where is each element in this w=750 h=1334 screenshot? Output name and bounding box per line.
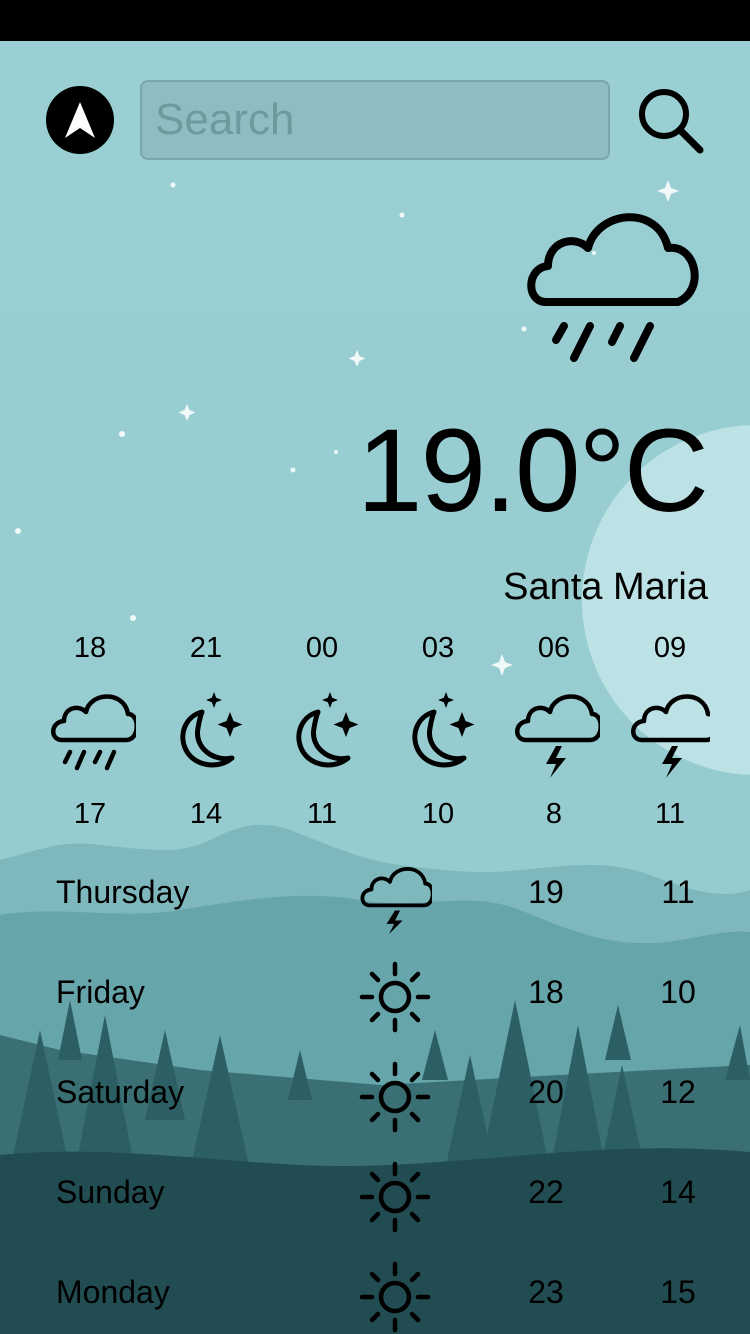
rain-cloud-icon (527, 213, 699, 362)
day-high-temperature: 19 (528, 874, 564, 910)
hourly-item: 21 14 (156, 632, 256, 832)
moon-stars-icon (412, 692, 475, 768)
hourly-temperature: 11 (654, 798, 686, 830)
navigation-arrow-icon (65, 102, 95, 138)
hourly-time: 09 (653, 632, 687, 664)
daily-row: Sunday 22 14 (0, 1161, 750, 1233)
day-name: Sunday (56, 1174, 165, 1210)
hourly-time: 06 (537, 632, 571, 664)
search-icon[interactable] (634, 84, 706, 156)
city-name: Santa Maria (503, 566, 708, 608)
day-low-temperature: 12 (660, 1074, 696, 1110)
thunder-cloud-icon (360, 867, 432, 934)
hourly-item: 06 8 (504, 632, 604, 832)
moon-stars-icon (180, 692, 243, 768)
hourly-temperature: 10 (421, 798, 455, 830)
hourly-item: 18 17 (40, 632, 140, 832)
rain-cloud-icon (51, 694, 136, 771)
day-low-temperature: 10 (660, 974, 696, 1010)
day-name: Saturday (56, 1074, 185, 1110)
thunder-cloud-icon (631, 694, 710, 778)
day-high-temperature: 20 (528, 1074, 564, 1110)
day-high-temperature: 18 (528, 974, 564, 1010)
hourly-temperature: 14 (189, 798, 223, 830)
hourly-time: 03 (421, 632, 455, 664)
hourly-time: 18 (73, 632, 107, 664)
current-temperature: 19.0°C (356, 405, 709, 537)
sun-icon (359, 961, 431, 1033)
day-name: Monday (56, 1274, 170, 1310)
sun-icon (359, 1161, 431, 1233)
day-low-temperature: 11 (661, 874, 695, 910)
hourly-item: 03 10 (388, 632, 488, 832)
hourly-temperature: 17 (73, 798, 107, 830)
daily-row: Friday 18 10 (0, 961, 750, 1033)
day-name: Thursday (56, 874, 190, 910)
day-name: Friday (56, 974, 145, 1010)
thunder-cloud-icon (515, 694, 600, 778)
day-high-temperature: 22 (528, 1174, 564, 1210)
day-low-temperature: 14 (660, 1174, 696, 1210)
sun-icon (359, 1061, 431, 1133)
hourly-temperature: 8 (545, 798, 563, 830)
daily-row: Monday 23 15 (0, 1261, 750, 1333)
day-low-temperature: 15 (660, 1274, 696, 1310)
moon-stars-icon (296, 692, 359, 768)
location-button[interactable] (46, 86, 114, 154)
weather-screen: 19.0°C Santa Maria 18 17 21 14 (0, 0, 750, 1334)
search-input[interactable] (140, 80, 610, 160)
sun-icon (359, 1261, 431, 1333)
daily-row: Saturday 20 12 (0, 1061, 750, 1133)
hourly-item: 00 11 (272, 632, 372, 832)
daily-row: Thursday 19 11 (0, 866, 750, 934)
hourly-time: 21 (189, 632, 223, 664)
day-high-temperature: 23 (528, 1274, 564, 1310)
hourly-temperature: 11 (306, 798, 338, 830)
hourly-time: 00 (305, 632, 339, 664)
hourly-item: 09 11 (620, 632, 710, 832)
